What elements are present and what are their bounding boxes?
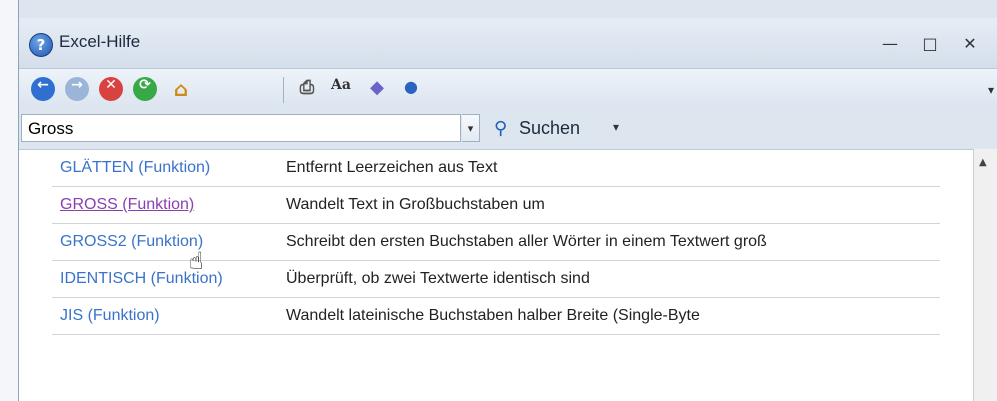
title-bar: ? Excel-Hilfe — □ ✕ (19, 18, 997, 68)
result-link[interactable]: IDENTISCH (Funktion) (52, 260, 278, 298)
toolbar-overflow-icon[interactable]: ▾ (988, 83, 997, 105)
search-input[interactable]: Gross (21, 114, 461, 142)
search-button[interactable]: Suchen (519, 118, 580, 139)
pin-icon[interactable]: ● (399, 77, 423, 101)
forward-icon[interactable]: → (65, 77, 89, 101)
result-description: Überprüft, ob zwei Textwerte identisch s… (278, 260, 940, 298)
table-row: GROSS (Funktion) Wandelt Text in Großbuc… (52, 186, 940, 224)
result-description: Wandelt Text in Großbuchstaben um (278, 186, 940, 224)
table-row: GLÄTTEN (Funktion) Entfernt Leerzeichen … (52, 150, 940, 187)
print-icon[interactable]: ⎙ (295, 77, 319, 101)
results-table: GLÄTTEN (Funktion) Entfernt Leerzeichen … (52, 150, 940, 335)
search-bar: Gross ▾ ⚲ Suchen ▾ (19, 109, 997, 149)
back-icon[interactable]: ← (31, 77, 55, 101)
help-window: ? Excel-Hilfe — □ ✕ ← → ✕ ⟳ ⌂ ⎙ Aa ◆ ● ▾… (18, 0, 997, 401)
result-link[interactable]: JIS (Funktion) (52, 297, 278, 335)
table-row: JIS (Funktion) Wandelt lateinische Buchs… (52, 297, 940, 335)
stop-icon[interactable]: ✕ (99, 77, 123, 101)
scroll-up-icon[interactable]: ▲ (979, 157, 987, 168)
result-link[interactable]: GROSS (Funktion) (52, 186, 278, 224)
search-icon[interactable]: ⚲ (494, 118, 514, 139)
toolbar-separator (283, 77, 284, 103)
table-row: GROSS2 (Funktion) Schreibt den ersten Bu… (52, 223, 940, 261)
help-icon: ? (29, 33, 53, 57)
result-link[interactable]: GLÄTTEN (Funktion) (52, 150, 278, 187)
font-size-icon[interactable]: Aa (329, 77, 353, 101)
result-description: Schreibt den ersten Buchstaben aller Wör… (278, 223, 940, 261)
book-icon[interactable]: ◆ (365, 77, 389, 101)
chevron-down-icon[interactable]: ▾ (613, 120, 619, 134)
table-row: IDENTISCH (Funktion) Überprüft, ob zwei … (52, 260, 940, 298)
vertical-scrollbar[interactable]: ▲ (973, 149, 997, 401)
result-description: Entfernt Leerzeichen aus Text (278, 150, 940, 187)
result-link[interactable]: GROSS2 (Funktion) (52, 223, 278, 261)
search-history-dropdown[interactable]: ▾ (462, 114, 480, 142)
toolbar: ← → ✕ ⟳ ⌂ ⎙ Aa ◆ ● ▾ (19, 68, 997, 110)
hand-cursor-icon: ☝ (189, 247, 204, 275)
window-title: Excel-Hilfe (59, 32, 141, 51)
minimize-button[interactable]: — (879, 34, 901, 54)
result-description: Wandelt lateinische Buchstaben halber Br… (278, 297, 940, 335)
close-button[interactable]: ✕ (959, 34, 981, 54)
home-icon[interactable]: ⌂ (169, 77, 193, 101)
refresh-icon[interactable]: ⟳ (133, 77, 157, 101)
results-list: GLÄTTEN (Funktion) Entfernt Leerzeichen … (19, 149, 974, 401)
maximize-button[interactable]: □ (919, 34, 941, 54)
